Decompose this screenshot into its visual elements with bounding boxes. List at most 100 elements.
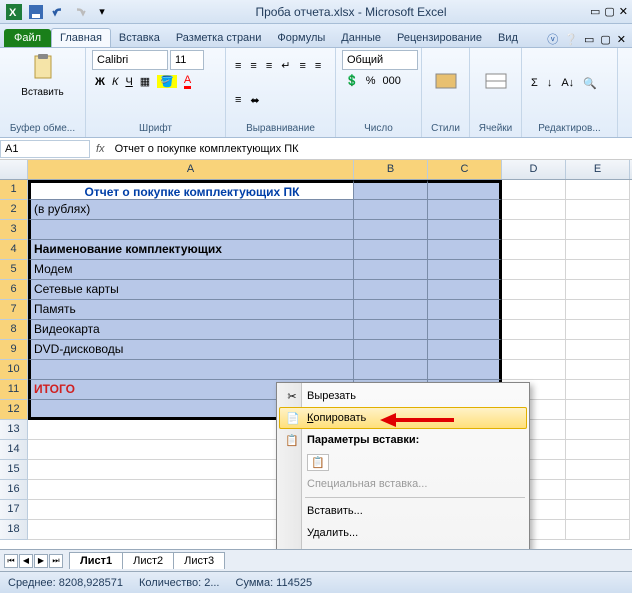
cell[interactable]: DVD-дисководы — [28, 340, 354, 360]
cell[interactable]: Модем — [28, 260, 354, 280]
cell[interactable] — [502, 320, 566, 340]
align-bot-icon[interactable]: ≡ — [263, 58, 275, 74]
merge-icon[interactable]: ⬌ — [247, 92, 262, 109]
cm-cut[interactable]: ✂Вырезать — [279, 385, 527, 407]
align-mid-icon[interactable]: ≡ — [247, 58, 259, 74]
mdi-close-icon[interactable]: ✕ — [617, 33, 626, 46]
cell[interactable] — [354, 260, 428, 280]
sort-icon[interactable]: A↓ — [558, 75, 577, 91]
cell[interactable] — [566, 320, 630, 340]
currency-icon[interactable]: 💲 — [342, 72, 362, 89]
row-header[interactable]: 10 — [0, 360, 28, 380]
cell[interactable] — [354, 280, 428, 300]
cell[interactable] — [428, 300, 502, 320]
restore-icon[interactable]: ▢ — [604, 5, 614, 18]
cm-clear[interactable]: Очистить содержимое — [279, 544, 527, 549]
cell[interactable] — [354, 320, 428, 340]
cell[interactable] — [354, 240, 428, 260]
row-header[interactable]: 17 — [0, 500, 28, 520]
row-header[interactable]: 1 — [0, 180, 28, 200]
cell[interactable] — [566, 460, 630, 480]
qat-dropdown-icon[interactable]: ▾ — [92, 2, 112, 22]
row-header[interactable]: 11 — [0, 380, 28, 400]
border-button[interactable]: ▦ — [137, 72, 153, 91]
excel-icon[interactable]: X — [4, 2, 24, 22]
row-header[interactable]: 18 — [0, 520, 28, 540]
cell[interactable]: Отчет о покупке комплектующих ПК — [28, 180, 354, 200]
worksheet-grid[interactable]: A B C D E 1Отчет о покупке комплектующих… — [0, 160, 632, 549]
font-color-button[interactable]: A — [181, 72, 194, 91]
cell[interactable] — [428, 320, 502, 340]
autosum-icon[interactable]: Σ — [528, 75, 541, 91]
sheet-tab-3[interactable]: Лист3 — [173, 552, 225, 569]
italic-button[interactable]: К — [109, 72, 121, 91]
col-header-b[interactable]: B — [354, 160, 428, 179]
cells-button[interactable] — [481, 66, 511, 100]
cell[interactable]: Видеокарта — [28, 320, 354, 340]
styles-button[interactable] — [431, 66, 461, 100]
cell[interactable] — [566, 200, 630, 220]
col-header-d[interactable]: D — [502, 160, 566, 179]
row-header[interactable]: 3 — [0, 220, 28, 240]
mdi-min-icon[interactable]: ▭ — [584, 33, 594, 46]
cell[interactable]: (в рублях) — [28, 200, 354, 220]
save-icon[interactable] — [26, 2, 46, 22]
align-top-icon[interactable]: ≡ — [232, 58, 244, 74]
cm-delete[interactable]: Удалить... — [279, 522, 527, 544]
cell[interactable] — [354, 360, 428, 380]
sheet-prev-icon[interactable]: ◀ — [19, 554, 33, 568]
cell[interactable] — [566, 480, 630, 500]
cm-paste-option[interactable]: 📋 — [279, 451, 527, 473]
minimize-icon[interactable]: ▭ — [590, 5, 600, 18]
cell[interactable] — [354, 340, 428, 360]
paste-default-icon[interactable]: 📋 — [307, 454, 329, 471]
cell[interactable] — [502, 300, 566, 320]
row-header[interactable]: 12 — [0, 400, 28, 420]
sheet-first-icon[interactable]: ⏮ — [4, 554, 18, 568]
select-all-corner[interactable] — [0, 160, 28, 179]
fx-icon[interactable]: fx — [90, 143, 111, 155]
cell[interactable] — [502, 240, 566, 260]
row-header[interactable]: 5 — [0, 260, 28, 280]
sheet-tab-1[interactable]: Лист1 — [69, 552, 123, 569]
number-format-combo[interactable]: Общий — [342, 50, 418, 70]
tab-formulas[interactable]: Формулы — [269, 29, 333, 47]
cell[interactable]: Наименование комплектующих — [28, 240, 354, 260]
cm-insert[interactable]: Вставить... — [279, 500, 527, 522]
wrap-icon[interactable]: ↵ — [278, 57, 293, 74]
col-header-c[interactable]: C — [428, 160, 502, 179]
tab-view[interactable]: Вид — [490, 29, 526, 47]
row-header[interactable]: 13 — [0, 420, 28, 440]
cell[interactable] — [566, 260, 630, 280]
cell[interactable] — [354, 200, 428, 220]
cell[interactable] — [502, 180, 566, 200]
cell[interactable] — [428, 220, 502, 240]
cell[interactable]: Сетевые карты — [28, 280, 354, 300]
cell[interactable] — [566, 500, 630, 520]
sheet-tab-2[interactable]: Лист2 — [122, 552, 174, 569]
cell[interactable] — [428, 240, 502, 260]
align-left-icon[interactable]: ≡ — [296, 58, 308, 74]
cell[interactable] — [428, 360, 502, 380]
tab-home[interactable]: Главная — [51, 28, 111, 47]
tab-data[interactable]: Данные — [333, 29, 389, 47]
row-header[interactable]: 9 — [0, 340, 28, 360]
cell[interactable] — [566, 340, 630, 360]
row-header[interactable]: 2 — [0, 200, 28, 220]
cell[interactable] — [502, 220, 566, 240]
close-icon[interactable]: ✕ — [619, 5, 628, 18]
percent-icon[interactable]: % — [363, 72, 379, 89]
cell[interactable] — [502, 280, 566, 300]
sheet-next-icon[interactable]: ▶ — [34, 554, 48, 568]
cell[interactable] — [428, 280, 502, 300]
cell[interactable] — [566, 240, 630, 260]
row-header[interactable]: 6 — [0, 280, 28, 300]
mdi-restore-icon[interactable]: ▢ — [600, 33, 610, 46]
col-header-a[interactable]: A — [28, 160, 354, 179]
font-name-combo[interactable]: Calibri — [92, 50, 168, 70]
cell[interactable] — [28, 360, 354, 380]
help-icon[interactable]: ❔ — [564, 33, 578, 46]
align-right-icon[interactable]: ≡ — [232, 92, 244, 108]
fill-color-button[interactable]: 🪣 — [154, 72, 180, 91]
find-icon[interactable]: 🔍 — [580, 75, 600, 92]
